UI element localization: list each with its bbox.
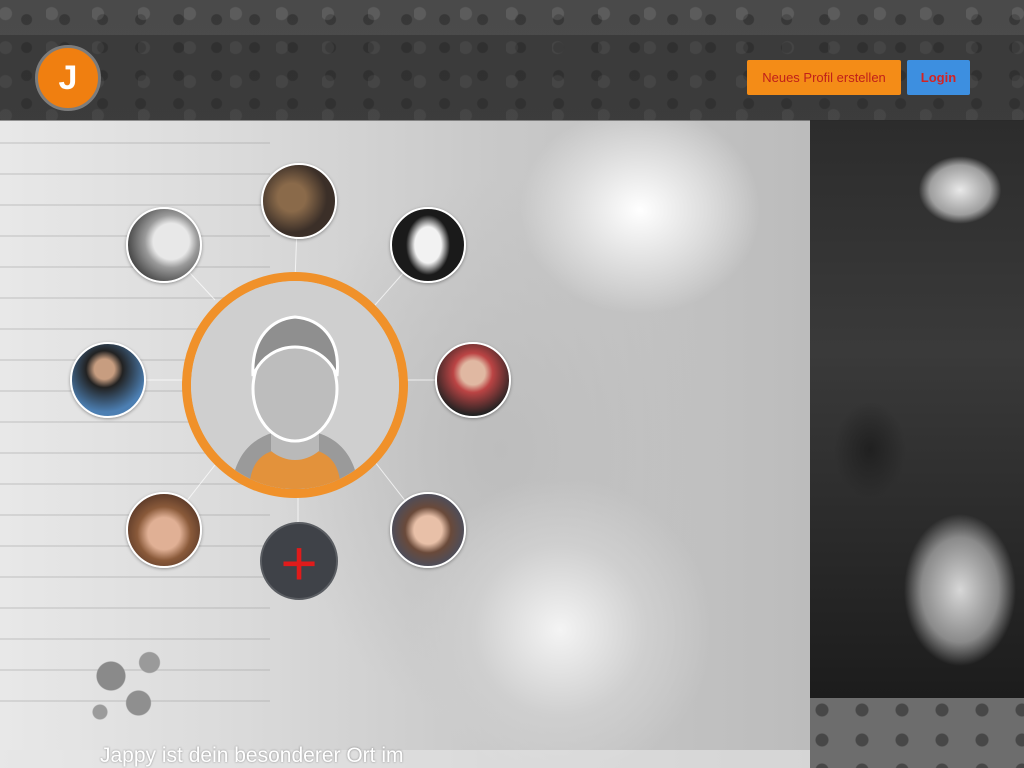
tagline-text: Jappy ist dein besonderer Ort im	[100, 744, 404, 767]
friend-avatar-left-lower[interactable]	[126, 492, 202, 568]
logo-letter: J	[58, 58, 78, 97]
main-profile-placeholder[interactable]	[182, 272, 408, 498]
friend-avatar-right-upper[interactable]	[390, 207, 466, 283]
background-pattern-strip	[810, 698, 1024, 768]
jappy-logo[interactable]: J	[35, 45, 101, 111]
friend-avatar-right-middle[interactable]	[435, 342, 511, 418]
add-friend-button[interactable]: +	[260, 522, 338, 600]
friend-avatar-top[interactable]	[261, 163, 337, 239]
create-profile-button[interactable]: Neues Profil erstellen	[747, 60, 901, 95]
friend-avatar-right-lower[interactable]	[390, 492, 466, 568]
login-button[interactable]: Login	[907, 60, 970, 95]
ink-splash-decoration	[78, 640, 188, 730]
person-silhouette-icon	[191, 281, 399, 489]
friend-avatar-left-middle[interactable]	[70, 342, 146, 418]
friend-avatar-left-upper[interactable]	[126, 207, 202, 283]
background-photo-right	[810, 120, 1024, 698]
